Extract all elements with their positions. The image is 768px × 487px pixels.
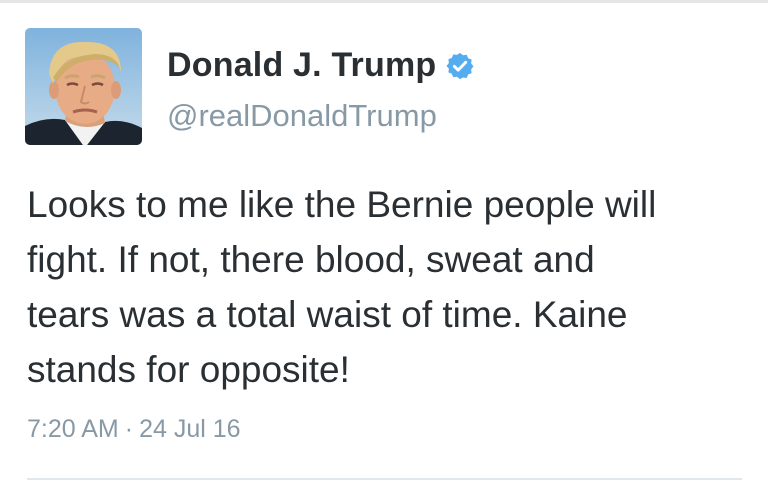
verified-badge-icon [445,51,475,81]
display-name-text[interactable]: Donald J. Trump [167,46,436,85]
tweet-text-line: stands for opposite! [27,349,350,390]
avatar[interactable] [25,28,142,145]
tweet-text-line: fight. If not, there blood, sweat and [27,239,595,280]
display-name[interactable]: Donald J. Trump [167,46,475,85]
tweet-date[interactable]: 24 Jul 16 [139,415,240,443]
tweet-time[interactable]: 7:20 AM [27,415,119,443]
tweet-text-line: tears was a total waist of time. Kaine [27,294,628,335]
tweet-card: Donald J. Trump @realDonaldTrump Looks t… [0,0,768,487]
tweet-timestamp[interactable]: 7:20 AM · 24 Jul 16 [27,415,241,444]
tweet-text-line: Looks to me like the Bernie people will [27,184,657,225]
meta-separator: · [124,415,134,443]
user-handle[interactable]: @realDonaldTrump [167,98,437,134]
bottom-divider [27,478,742,480]
avatar-portrait [25,41,142,145]
tweet-text: Looks to me like the Bernie people will … [27,177,747,397]
